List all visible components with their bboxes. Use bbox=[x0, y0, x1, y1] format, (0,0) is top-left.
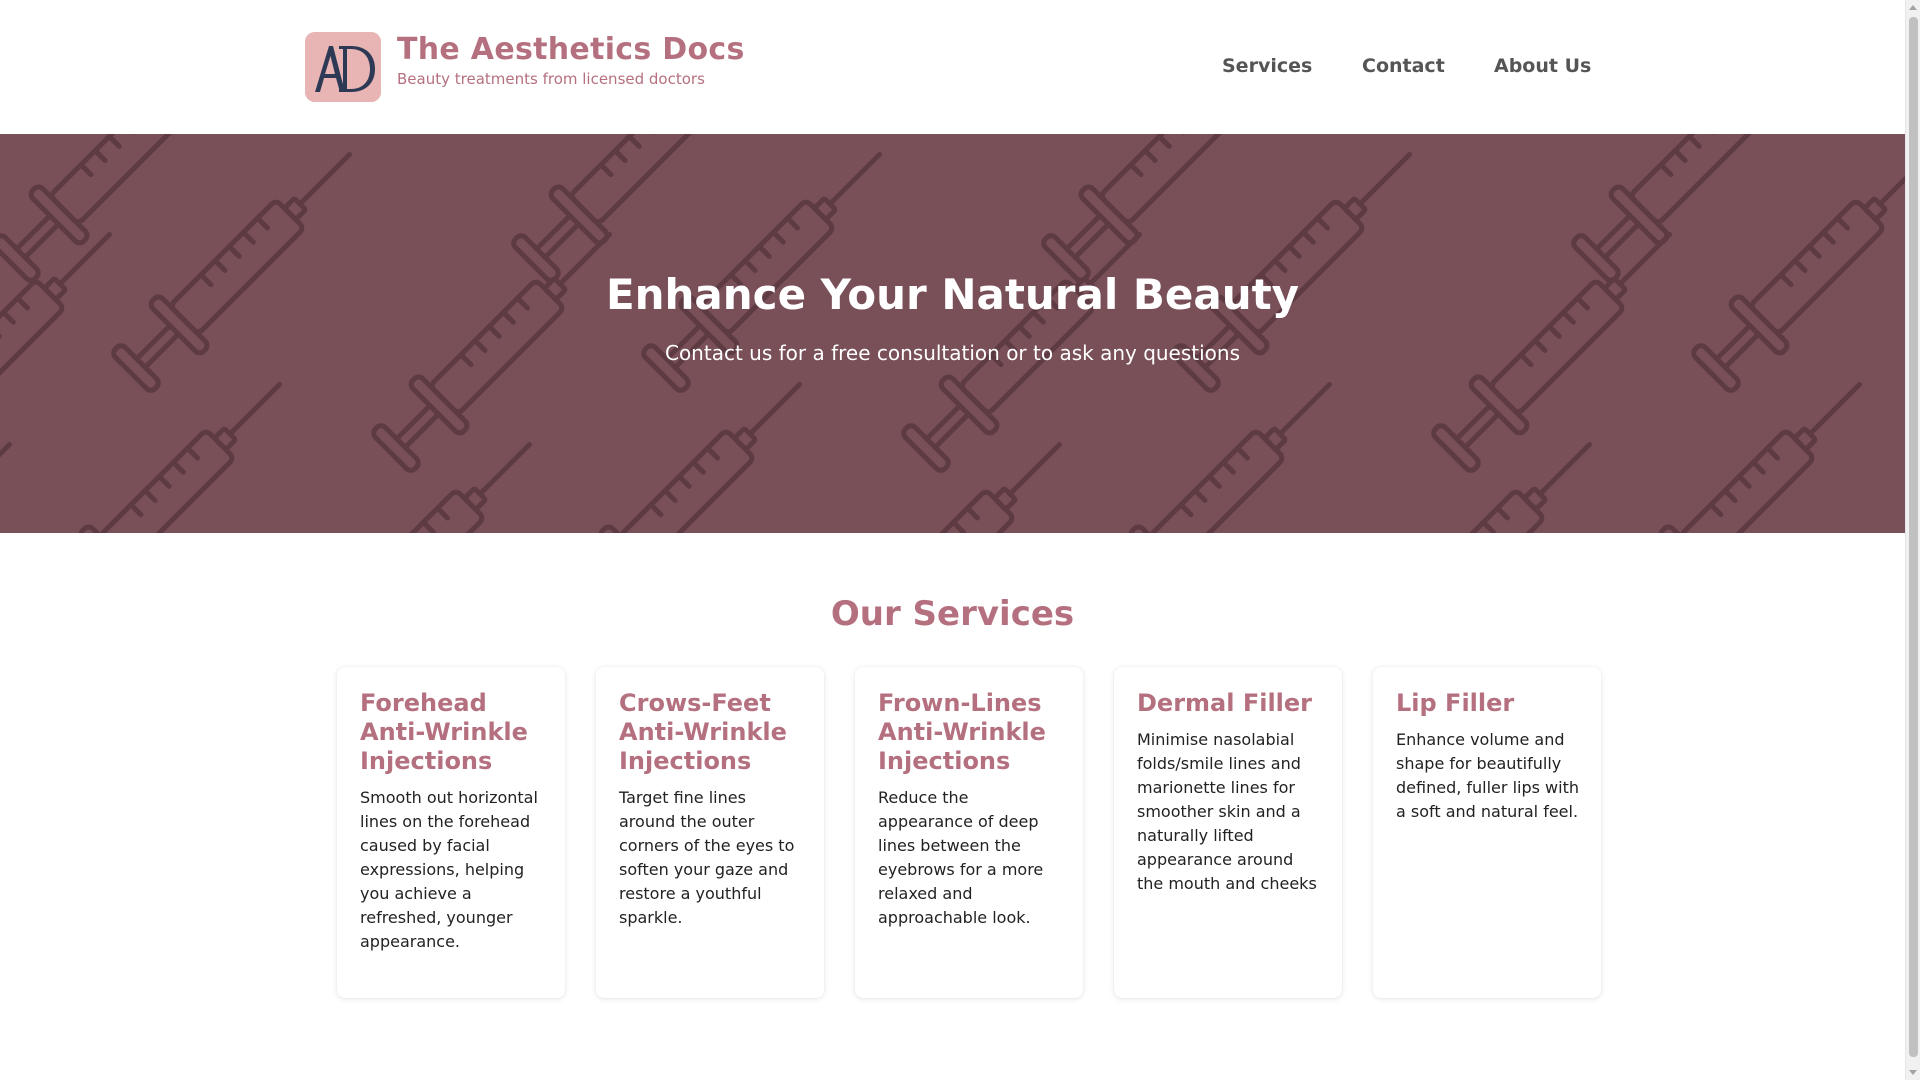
service-card-title: Crows-Feet Anti-Wrinkle Injections bbox=[619, 689, 787, 775]
service-card-lip-filler[interactable]: Lip Filler Enhance volume and shape for … bbox=[1373, 667, 1601, 998]
service-card-description: Target fine lines around the outer corne… bbox=[619, 788, 795, 927]
syringe-icon bbox=[0, 134, 1905, 533]
service-card-description: Enhance volume and shape for beautifully… bbox=[1396, 730, 1579, 821]
scroll-down-icon[interactable] bbox=[1909, 1070, 1917, 1075]
service-card-title: Lip Filler bbox=[1396, 689, 1515, 717]
site-title[interactable]: The Aesthetics Docs bbox=[397, 32, 745, 67]
scroll-up-icon[interactable] bbox=[1909, 5, 1917, 10]
site-tagline: Beauty treatments from licensed doctors bbox=[397, 70, 705, 88]
service-card-description: Minimise nasolabial folds/smile lines an… bbox=[1137, 730, 1317, 893]
scrollbar-thumb[interactable] bbox=[1909, 17, 1918, 1057]
nav-services-link[interactable]: Services bbox=[1222, 55, 1312, 77]
service-card-frown-lines[interactable]: Frown-Lines Anti-Wrinkle Injections Redu… bbox=[855, 667, 1083, 998]
site-header: The Aesthetics Docs Beauty treatments fr… bbox=[0, 0, 1905, 134]
service-card-crows-feet[interactable]: Crows-Feet Anti-Wrinkle Injections Targe… bbox=[596, 667, 824, 998]
hero-banner: Enhance Your Natural Beauty Contact us f… bbox=[0, 134, 1905, 533]
service-card-title: Dermal Filler bbox=[1137, 689, 1313, 717]
service-card-dermal-filler[interactable]: Dermal Filler Minimise nasolabial folds/… bbox=[1114, 667, 1342, 998]
hero-subtitle: Contact us for a free consultation or to… bbox=[664, 341, 1241, 365]
service-card-description: Smooth out horizontal lines on the foreh… bbox=[360, 788, 538, 951]
nav-about-link[interactable]: About Us bbox=[1494, 55, 1591, 77]
service-card-forehead[interactable]: Forehead Anti-Wrinkle Injections Smooth … bbox=[337, 667, 565, 998]
hero-title: Enhance Your Natural Beauty bbox=[605, 270, 1300, 319]
nav-contact-link[interactable]: Contact bbox=[1362, 55, 1445, 77]
services-heading: Our Services bbox=[830, 594, 1075, 634]
ad-monogram-icon[interactable] bbox=[305, 32, 381, 102]
service-card-title: Frown-Lines Anti-Wrinkle Injections bbox=[878, 689, 1046, 775]
page: The Aesthetics Docs Beauty treatments fr… bbox=[0, 0, 1905, 1080]
page-scrollbar[interactable] bbox=[1905, 0, 1920, 1080]
service-card-title: Forehead Anti-Wrinkle Injections bbox=[360, 689, 528, 775]
service-card-description: Reduce the appearance of deep lines betw… bbox=[878, 788, 1044, 927]
